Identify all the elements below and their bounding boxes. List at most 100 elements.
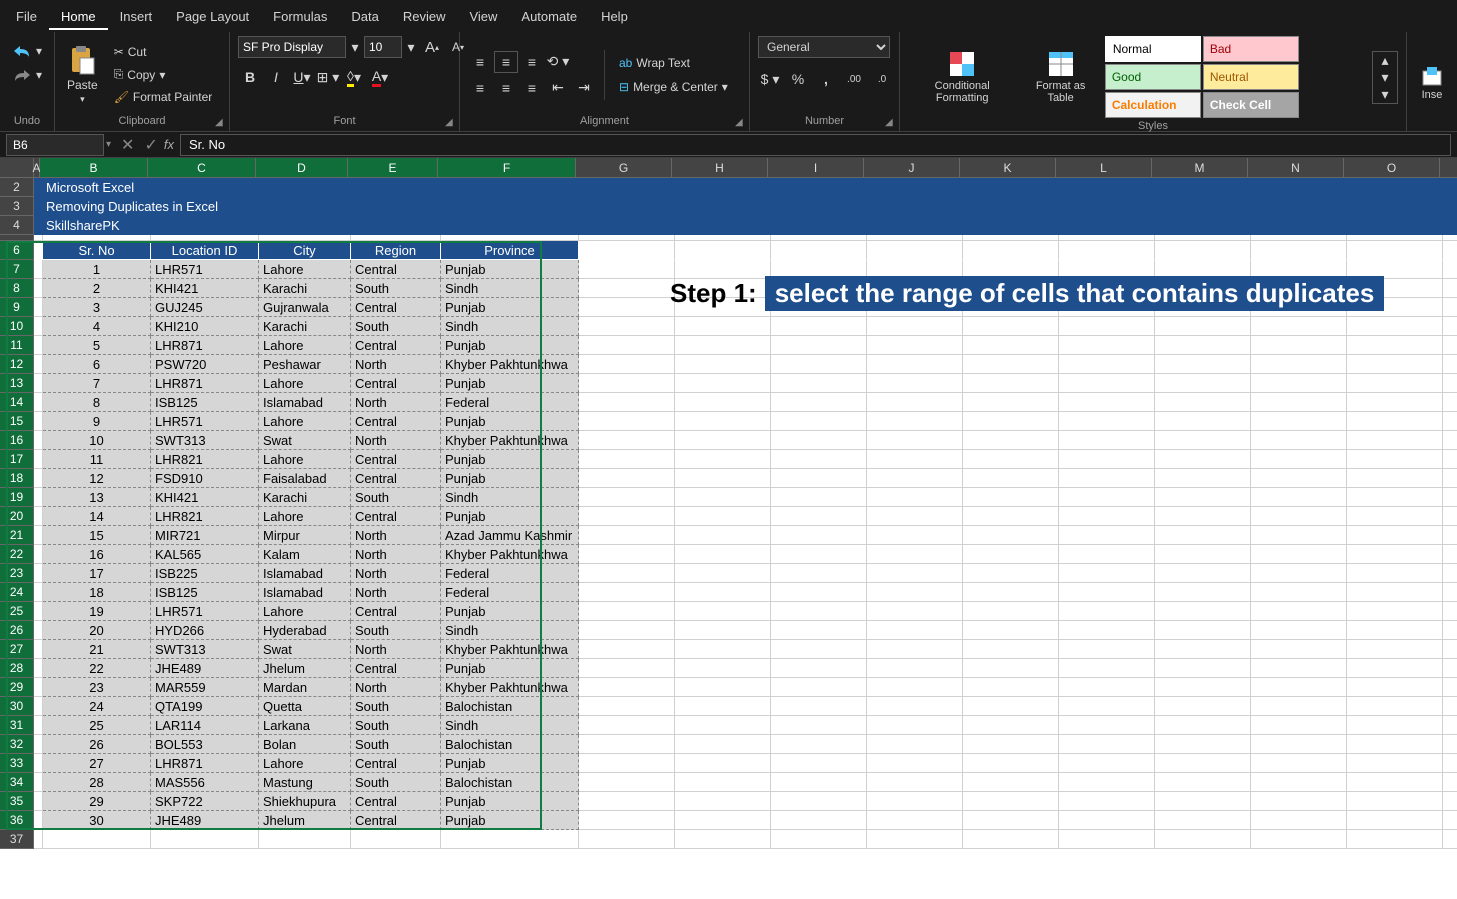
alignment-launcher[interactable]: ◢: [735, 117, 747, 129]
row-header-13[interactable]: 13: [0, 374, 34, 393]
row-header-36[interactable]: 36: [0, 811, 34, 830]
cell-r7-cC[interactable]: LHR571: [151, 260, 259, 279]
cell-r35-cF[interactable]: Punjab: [441, 792, 579, 811]
copy-button[interactable]: ⎘Copy ▾: [110, 65, 217, 84]
cell-r27-cE[interactable]: North: [351, 640, 441, 659]
cell-r11-cF[interactable]: Punjab: [441, 336, 579, 355]
cell-r25-cE[interactable]: Central: [351, 602, 441, 621]
cell-r13-cC[interactable]: LHR871: [151, 374, 259, 393]
align-bottom-icon[interactable]: ≡: [520, 51, 544, 73]
cell-r15-cE[interactable]: Central: [351, 412, 441, 431]
cell-r13-cF[interactable]: Punjab: [441, 374, 579, 393]
bold-button[interactable]: B: [238, 66, 262, 88]
cell-r19-cB[interactable]: 13: [43, 488, 151, 507]
row-header-20[interactable]: 20: [0, 507, 34, 526]
decrease-decimal-icon[interactable]: .0: [870, 68, 894, 90]
cell-r14-cF[interactable]: Federal: [441, 393, 579, 412]
paste-button[interactable]: Paste ▾: [63, 42, 102, 107]
percent-format-icon[interactable]: %: [786, 68, 810, 90]
cell-r21-cF[interactable]: Azad Jammu Kashmir: [441, 526, 579, 545]
comma-format-icon[interactable]: ,: [814, 68, 838, 90]
cell-r23-cC[interactable]: ISB225: [151, 564, 259, 583]
align-center-icon[interactable]: ≡: [494, 77, 518, 99]
cell-r17-cC[interactable]: LHR821: [151, 450, 259, 469]
cell-r22-cC[interactable]: KAL565: [151, 545, 259, 564]
cell-r35-cC[interactable]: SKP722: [151, 792, 259, 811]
cell-r33-cC[interactable]: LHR871: [151, 754, 259, 773]
cell-r29-cD[interactable]: Mardan: [259, 678, 351, 697]
cell-r28-cC[interactable]: JHE489: [151, 659, 259, 678]
row-header-37[interactable]: 37: [0, 830, 34, 849]
cell-r34-cC[interactable]: MAS556: [151, 773, 259, 792]
cell-r26-cE[interactable]: South: [351, 621, 441, 640]
row-header-8[interactable]: 8: [0, 279, 34, 298]
increase-indent-icon[interactable]: ⇥: [572, 77, 596, 99]
fill-color-button[interactable]: ◊ ▾: [342, 66, 366, 88]
cell-r7-cE[interactable]: Central: [351, 260, 441, 279]
row-header-26[interactable]: 26: [0, 621, 34, 640]
cell-r26-cB[interactable]: 20: [43, 621, 151, 640]
menu-formulas[interactable]: Formulas: [261, 3, 339, 30]
decrease-indent-icon[interactable]: ⇤: [546, 77, 570, 99]
cell-r14-cB[interactable]: 8: [43, 393, 151, 412]
cell-r9-cB[interactable]: 3: [43, 298, 151, 317]
cell-r9-cF[interactable]: Punjab: [441, 298, 579, 317]
col-header-M[interactable]: M: [1152, 158, 1248, 178]
row-header-34[interactable]: 34: [0, 773, 34, 792]
name-box[interactable]: [6, 134, 104, 156]
style-normal[interactable]: Normal: [1105, 36, 1201, 62]
format-painter-button[interactable]: 🖌Format Painter: [110, 88, 217, 106]
cell-r32-cD[interactable]: Bolan: [259, 735, 351, 754]
cell-r33-cE[interactable]: Central: [351, 754, 441, 773]
row-header-25[interactable]: 25: [0, 602, 34, 621]
col-header-G[interactable]: G: [576, 158, 672, 178]
insert-cells-button[interactable]: Inse: [1415, 63, 1449, 103]
cell-r27-cC[interactable]: SWT313: [151, 640, 259, 659]
font-launcher[interactable]: ◢: [445, 117, 457, 129]
cell-r30-cC[interactable]: QTA199: [151, 697, 259, 716]
cell-r15-cB[interactable]: 9: [43, 412, 151, 431]
borders-button[interactable]: ⊞ ▾: [316, 66, 340, 88]
align-top-icon[interactable]: ≡: [468, 51, 492, 73]
cell-r31-cC[interactable]: LAR114: [151, 716, 259, 735]
col-header-D[interactable]: D: [256, 158, 348, 178]
style-calculation[interactable]: Calculation: [1105, 92, 1201, 118]
cell-r23-cE[interactable]: North: [351, 564, 441, 583]
increase-font-icon[interactable]: A▴: [420, 36, 444, 58]
cell-r35-cB[interactable]: 29: [43, 792, 151, 811]
cell-r29-cC[interactable]: MAR559: [151, 678, 259, 697]
cell-r16-cE[interactable]: North: [351, 431, 441, 450]
font-size-input[interactable]: [364, 36, 402, 58]
cell-r19-cE[interactable]: South: [351, 488, 441, 507]
increase-decimal-icon[interactable]: .00: [842, 68, 866, 90]
orientation-icon[interactable]: ⟲ ▾: [546, 51, 570, 73]
cell-r21-cB[interactable]: 15: [43, 526, 151, 545]
cell-r26-cF[interactable]: Sindh: [441, 621, 579, 640]
cell-r25-cF[interactable]: Punjab: [441, 602, 579, 621]
cell-r36-cD[interactable]: Jhelum: [259, 811, 351, 830]
cell-r17-cB[interactable]: 11: [43, 450, 151, 469]
row-header-6[interactable]: 6: [0, 241, 34, 260]
cell-r20-cB[interactable]: 14: [43, 507, 151, 526]
row-header-33[interactable]: 33: [0, 754, 34, 773]
col-header-K[interactable]: K: [960, 158, 1056, 178]
cell-r9-cC[interactable]: GUJ245: [151, 298, 259, 317]
cell-r25-cB[interactable]: 19: [43, 602, 151, 621]
cell-r28-cE[interactable]: Central: [351, 659, 441, 678]
cell-r31-cF[interactable]: Sindh: [441, 716, 579, 735]
cell-r12-cE[interactable]: North: [351, 355, 441, 374]
col-header-E[interactable]: E: [348, 158, 438, 178]
row-header-21[interactable]: 21: [0, 526, 34, 545]
cell-r22-cE[interactable]: North: [351, 545, 441, 564]
cell-r26-cC[interactable]: HYD266: [151, 621, 259, 640]
font-name-input[interactable]: [238, 36, 346, 58]
row-header-23[interactable]: 23: [0, 564, 34, 583]
cell-r16-cC[interactable]: SWT313: [151, 431, 259, 450]
row-header-22[interactable]: 22: [0, 545, 34, 564]
cell-r11-cC[interactable]: LHR871: [151, 336, 259, 355]
cell-r19-cF[interactable]: Sindh: [441, 488, 579, 507]
name-box-dropdown[interactable]: ▾: [106, 139, 111, 150]
cell-r36-cB[interactable]: 30: [43, 811, 151, 830]
cell-r10-cC[interactable]: KHI210: [151, 317, 259, 336]
row-header-28[interactable]: 28: [0, 659, 34, 678]
